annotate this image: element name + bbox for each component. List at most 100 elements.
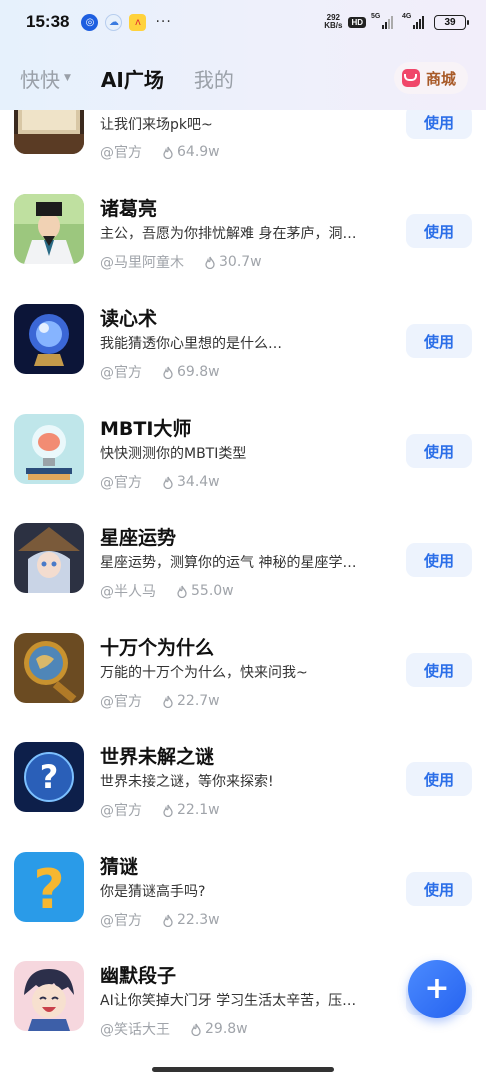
item-heat-value: 55.0w <box>191 583 234 599</box>
use-button[interactable]: 使用 <box>406 653 472 687</box>
tab-ai-square-label: AI广场 <box>100 67 164 92</box>
list-item[interactable]: 星座运势 星座运势，测算你的运气 神秘的星座学… @半人马 55.0w 使用 <box>0 519 486 629</box>
battery-level: 39 <box>444 16 456 28</box>
question-mark-image: ? <box>14 852 84 922</box>
svg-text:?: ? <box>40 758 59 796</box>
status-right: 292 KB/s HD 5G 4G 39 <box>324 13 469 30</box>
app-notification-icon: ◎ <box>81 13 99 31</box>
svg-text:?: ? <box>33 858 64 921</box>
flame-icon <box>163 476 173 489</box>
tab-ai-square[interactable]: AI广场 <box>101 64 164 93</box>
item-heat-value: 22.1w <box>177 802 220 818</box>
item-heat-value: 30.7w <box>219 254 262 270</box>
signal-bar <box>391 16 393 29</box>
use-button[interactable]: 使用 <box>406 762 472 796</box>
item-meta: @官方 22.1w <box>100 800 220 820</box>
item-title: 世界未解之谜 <box>100 746 215 768</box>
use-button[interactable]: 使用 <box>406 872 472 906</box>
item-heat-value: 22.3w <box>177 912 220 928</box>
zhuge-liang-avatar <box>14 194 84 264</box>
item-heat: 69.8w <box>162 364 220 380</box>
cloud-notification-icon: ☁ <box>105 13 123 31</box>
tab-mine[interactable]: 我的 <box>194 64 234 93</box>
item-title: 读心术 <box>100 308 158 330</box>
item-heat: 64.9w <box>162 144 220 160</box>
item-heat-value: 69.8w <box>177 364 220 380</box>
laughing-boy-avatar <box>14 961 84 1031</box>
item-author: @官方 <box>100 475 142 491</box>
laughing-boy-image <box>14 961 84 1031</box>
create-bot-button[interactable]: + <box>408 960 466 1018</box>
zhuge-liang-image <box>14 194 84 264</box>
item-heat: 30.7w <box>204 254 262 270</box>
shop-button[interactable]: 商城 <box>393 62 468 94</box>
crystal-ball-thumbnail <box>14 304 84 374</box>
item-author: @官方 <box>100 145 142 161</box>
item-heat: 22.3w <box>162 912 220 928</box>
item-description: 世界未接之谜，等你来探索! <box>100 774 274 790</box>
tab-mine-label: 我的 <box>193 67 234 92</box>
list-item[interactable]: ? 猜谜 你是猜谜高手吗? @官方 22.3w 使用 <box>0 848 486 958</box>
item-description: AI让你笑掉大门牙 学习生活太辛苦，压… <box>100 993 357 1009</box>
list-item[interactable]: 诸葛亮 主公，吾愿为你排忧解难 身在茅庐，洞… @马里阿童木 30.7w 使用 <box>0 190 486 300</box>
item-meta: @官方 22.3w <box>100 910 220 930</box>
item-heat-value: 64.9w <box>177 144 220 160</box>
signal-bar <box>419 19 421 29</box>
signal-5g-icon: 5G <box>371 13 393 29</box>
item-heat-value: 29.8w <box>205 1021 248 1037</box>
signal-bar <box>385 22 387 29</box>
item-title: 幽默段子 <box>100 965 177 987</box>
item-author: @官方 <box>100 365 142 381</box>
question-mark-thumbnail: ? <box>14 852 84 922</box>
item-title: 星座运势 <box>100 527 177 549</box>
use-button[interactable]: 使用 <box>406 214 472 248</box>
item-title: 诸葛亮 <box>100 198 158 220</box>
use-button[interactable]: 使用 <box>406 543 472 577</box>
lightbulb-brain-thumbnail <box>14 414 84 484</box>
item-description: 快快测测你的MBTI类型 <box>100 446 247 462</box>
tab-kuaikuai[interactable]: 快快 ▼ <box>20 64 71 93</box>
chevron-down-icon: ▼ <box>64 73 71 83</box>
item-meta: @笑话大王 29.8w <box>100 1019 248 1039</box>
item-author: @官方 <box>100 803 142 819</box>
magnifier-globe-thumbnail <box>14 633 84 703</box>
item-description: 星座运势，测算你的运气 神秘的星座学… <box>100 555 357 571</box>
item-meta: @官方 22.7w <box>100 691 220 711</box>
item-meta: @官方 64.9w <box>100 142 220 162</box>
signal-4g-label: 4G <box>402 13 412 20</box>
flame-icon <box>163 804 173 817</box>
network-speed: 292 KB/s <box>324 14 342 30</box>
magnifier-globe-image <box>14 633 84 703</box>
lightbulb-brain-image <box>14 414 84 484</box>
witch-girl-avatar <box>14 523 84 593</box>
item-heat: 22.7w <box>162 693 220 709</box>
item-heat: 22.1w <box>162 802 220 818</box>
list-item[interactable]: ? 世界未解之谜 世界未接之谜，等你来探索! @官方 22.1w 使用 <box>0 738 486 848</box>
signal-bar <box>388 19 390 29</box>
item-title: 猜谜 <box>100 856 139 878</box>
list-item[interactable]: 十万个为什么 万能的十万个为什么，快来问我~ @官方 22.7w 使用 <box>0 629 486 739</box>
flame-icon <box>163 914 173 927</box>
use-button[interactable]: 使用 <box>406 434 472 468</box>
item-author: @半人马 <box>100 584 156 600</box>
notification-icons: ◎ ☁ ʌ ··· <box>81 13 172 31</box>
flame-icon <box>163 146 173 159</box>
flame-icon <box>163 366 173 379</box>
wand-notification-icon: ʌ <box>129 13 147 31</box>
shop-label: 商城 <box>425 69 456 88</box>
use-button[interactable]: 使用 <box>406 324 472 358</box>
shopping-bag-icon <box>401 69 420 87</box>
signal-5g-label: 5G <box>371 13 381 20</box>
more-notifications-icon: ··· <box>155 14 172 30</box>
item-heat: 55.0w <box>176 583 234 599</box>
item-heat-value: 34.4w <box>177 474 220 490</box>
list-item[interactable]: 读心术 我能猜透你心里想的是什么… @官方 69.8w 使用 <box>0 300 486 410</box>
item-heat-value: 22.7w <box>177 693 220 709</box>
home-indicator[interactable] <box>152 1067 334 1072</box>
signal-bar <box>416 22 418 29</box>
signal-4g-icon: 4G <box>402 13 424 29</box>
list-item[interactable]: MBTI大师 快快测测你的MBTI类型 @官方 34.4w 使用 <box>0 410 486 520</box>
witch-girl-image <box>14 523 84 593</box>
use-button[interactable]: 使用 <box>406 105 472 139</box>
plus-icon: + <box>424 971 450 1006</box>
